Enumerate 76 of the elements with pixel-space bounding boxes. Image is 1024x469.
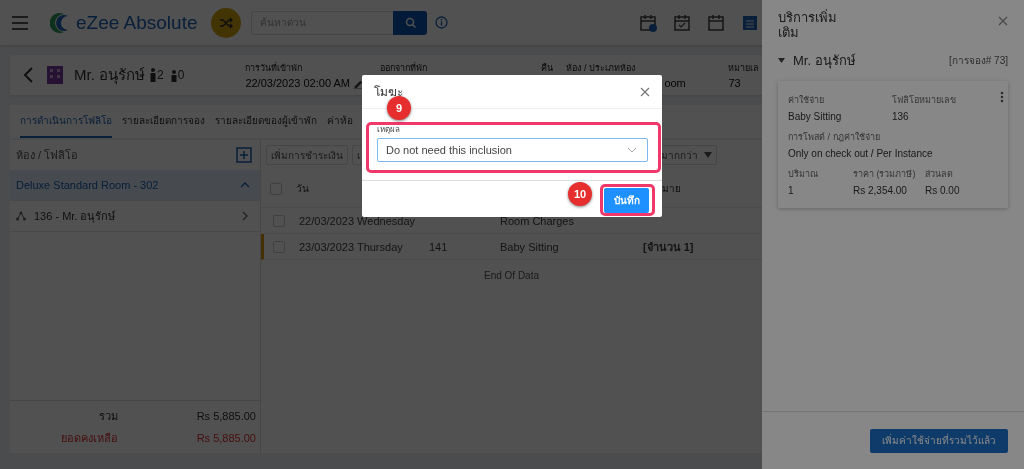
field-value: oom: [664, 77, 686, 89]
search-icon: [405, 17, 416, 28]
network-icon: [16, 211, 26, 221]
info-icon[interactable]: [435, 16, 449, 29]
shuffle-icon: [219, 16, 234, 29]
field-label: ค่าใช้จ่าย: [788, 94, 825, 107]
chevron-right-icon[interactable]: [240, 211, 250, 221]
total-value: Rs 5,885.00: [195, 410, 256, 422]
field-value: Baby Sitting: [788, 111, 843, 122]
calendar-check-icon[interactable]: [673, 13, 691, 32]
total-label: รวม: [97, 409, 118, 424]
calendar-icon[interactable]: [707, 13, 725, 32]
collapse-icon[interactable]: [240, 180, 250, 190]
close-icon[interactable]: [640, 86, 650, 97]
search-button[interactable]: [393, 10, 428, 35]
field-label: การวันที่เข้าพัก: [245, 61, 304, 75]
field-label: การโพสต์ / กฎค่าใช้จ่าย: [788, 131, 881, 144]
caret-icon: [704, 152, 712, 158]
field-value: Rs 0.00: [925, 185, 961, 196]
person-icon: [149, 68, 157, 82]
room-row[interactable]: Deluxe Standard Room - 302: [10, 170, 260, 201]
table-cell-text: 141: [429, 240, 449, 253]
row-label: Deluxe Standard Room - 302: [16, 179, 160, 191]
row-label: 136 - Mr. อนุรักษ์: [34, 209, 117, 225]
field-value: Rs 2,354.00: [853, 185, 908, 196]
field-label: ราคา (รวมภาษี): [853, 168, 917, 181]
field-value: 22/03/2023 02:00 AM: [245, 77, 350, 89]
folio-row[interactable]: 136 - Mr. อนุรักษ์: [10, 201, 260, 232]
tab[interactable]: รายละเอียดการจอง: [122, 105, 205, 138]
close-icon[interactable]: [998, 16, 1008, 26]
field-label: คืน: [541, 61, 555, 75]
field-label: ส่วนลด: [925, 168, 954, 181]
table-cell-text: Room Charges: [500, 214, 575, 227]
chevron-down-icon: [627, 147, 637, 153]
field-value: 136: [892, 111, 910, 122]
highlight-frame: [600, 184, 655, 216]
calendar-add-icon[interactable]: [639, 13, 657, 32]
tab[interactable]: รายละเอียดของผู้เข้าพัก: [215, 105, 317, 138]
field-label: ห้อง / ประเภทห้อง: [566, 61, 636, 75]
field-value: Only on check out / Per Instance: [788, 148, 934, 159]
total-value: Rs 5,885.00: [195, 432, 256, 444]
back-icon[interactable]: [22, 67, 34, 83]
expand-triangle-icon[interactable]: [778, 58, 785, 63]
field-value: 73: [728, 77, 741, 89]
tab[interactable]: ค่าห้อ: [327, 105, 353, 138]
table-cell-text: [จำนวน 1]: [643, 239, 695, 255]
calendar-list-icon[interactable]: [741, 13, 759, 32]
reason-select[interactable]: Do not need this inclusion: [377, 138, 648, 162]
drawer-title: บริการเพิ่ม เติม: [778, 10, 838, 40]
field-label: หมายเล: [728, 61, 761, 75]
shuffle-button[interactable]: [211, 7, 242, 38]
add-inclusion-button[interactable]: เพิ่มค่าใช้จ่ายที่รวมไว้แล้ว: [870, 428, 1008, 453]
field-label: โฟลิโอหมายเลข: [892, 94, 957, 107]
add-icon[interactable]: [236, 147, 252, 163]
booking-number: [การจอง# 73]: [948, 54, 1008, 68]
table-cell-text: 22/03/2023 Wednesday: [299, 214, 416, 227]
table-cell-text: 23/03/2023 Thursday: [299, 240, 404, 253]
guest-name: Mr. อนุรักษ์: [74, 65, 145, 87]
field-label: ปริมาณ: [788, 168, 819, 181]
field-value: 1: [788, 185, 795, 196]
child-icon: [169, 68, 178, 82]
building-icon: [46, 65, 64, 85]
total-label: ยอดคงเหลือ: [59, 431, 118, 446]
adult-count: 2: [149, 68, 164, 82]
save-button[interactable]: บันทึก: [604, 188, 649, 213]
child-count: 0: [169, 68, 185, 82]
guest-name: Mr. อนุรักษ์: [793, 52, 857, 71]
menu-icon[interactable]: [12, 15, 28, 30]
column-header: มาย: [661, 182, 682, 196]
tab[interactable]: การดำเนินการโฟลิโอ: [20, 105, 112, 138]
table-cell-text: Baby Sitting: [500, 240, 560, 253]
brand-name: eZee Absolute: [76, 11, 198, 34]
column-header: วัน: [296, 182, 310, 196]
more-options-icon[interactable]: [1000, 91, 1004, 103]
field-label: เหตุผล: [377, 124, 401, 136]
field-label: ออกจากที่พัก: [380, 61, 429, 75]
